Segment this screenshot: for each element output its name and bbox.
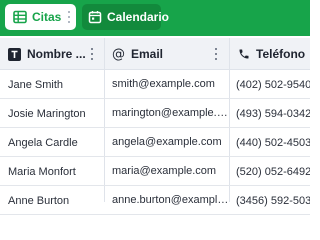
cell-phone[interactable]: (3456) 592-5035: [236, 186, 310, 215]
column-menu-icon[interactable]: [214, 48, 218, 60]
table-body: Jane Smith smith@example.com (402) 502-9…: [0, 70, 310, 215]
cell-email[interactable]: marington@example.c...: [112, 99, 230, 128]
cell-name[interactable]: Maria Monfort: [8, 157, 102, 186]
cell-phone[interactable]: (493) 594-0342: [236, 99, 310, 128]
cell-email[interactable]: anne.burton@example...: [112, 186, 230, 215]
cell-name[interactable]: Josie Marington: [8, 99, 102, 128]
at-sign-icon: @: [112, 46, 125, 62]
table-row[interactable]: Josie Marington marington@example.c... (…: [0, 99, 310, 128]
view-tab-bar: Citas Calendario: [0, 0, 310, 36]
cell-email[interactable]: smith@example.com: [112, 70, 230, 99]
cell-phone[interactable]: (520) 052-6492: [236, 157, 310, 186]
table-row[interactable]: Anne Burton anne.burton@example... (3456…: [0, 186, 310, 215]
tab-citas[interactable]: Citas: [5, 4, 76, 30]
tab-options-icon[interactable]: [67, 11, 71, 23]
cell-phone[interactable]: (440) 502-4503: [236, 128, 310, 157]
table-row[interactable]: Jane Smith smith@example.com (402) 502-9…: [0, 70, 310, 99]
text-type-icon: [8, 47, 21, 61]
column-header-nombre[interactable]: Nombre ...: [8, 38, 102, 70]
cell-phone[interactable]: (402) 502-9540: [236, 70, 310, 99]
cell-email[interactable]: angela@example.com: [112, 128, 230, 157]
column-header-email[interactable]: @ Email: [112, 38, 228, 70]
column-menu-icon[interactable]: [90, 48, 94, 60]
tab-citas-label: Citas: [32, 10, 62, 24]
column-header-telefono[interactable]: Teléfono: [237, 38, 310, 70]
table-row[interactable]: Angela Cardle angela@example.com (440) 5…: [0, 128, 310, 157]
table-header: Nombre ... @ Email Teléfono: [0, 38, 310, 70]
cell-name[interactable]: Jane Smith: [8, 70, 102, 99]
tab-calendario[interactable]: Calendario: [82, 4, 169, 30]
table-row[interactable]: Maria Monfort maria@example.com (520) 05…: [0, 157, 310, 186]
tab-calendario-label: Calendario: [107, 10, 170, 24]
column-header-label: Nombre ...: [27, 47, 86, 61]
cell-name[interactable]: Angela Cardle: [8, 128, 102, 157]
column-header-label: Teléfono: [256, 47, 306, 61]
calendar-icon: [88, 10, 102, 24]
column-header-label: Email: [131, 47, 164, 61]
phone-icon: [237, 48, 250, 61]
table-icon: [13, 10, 27, 24]
cell-name[interactable]: Anne Burton: [8, 186, 102, 215]
cell-email[interactable]: maria@example.com: [112, 157, 230, 186]
